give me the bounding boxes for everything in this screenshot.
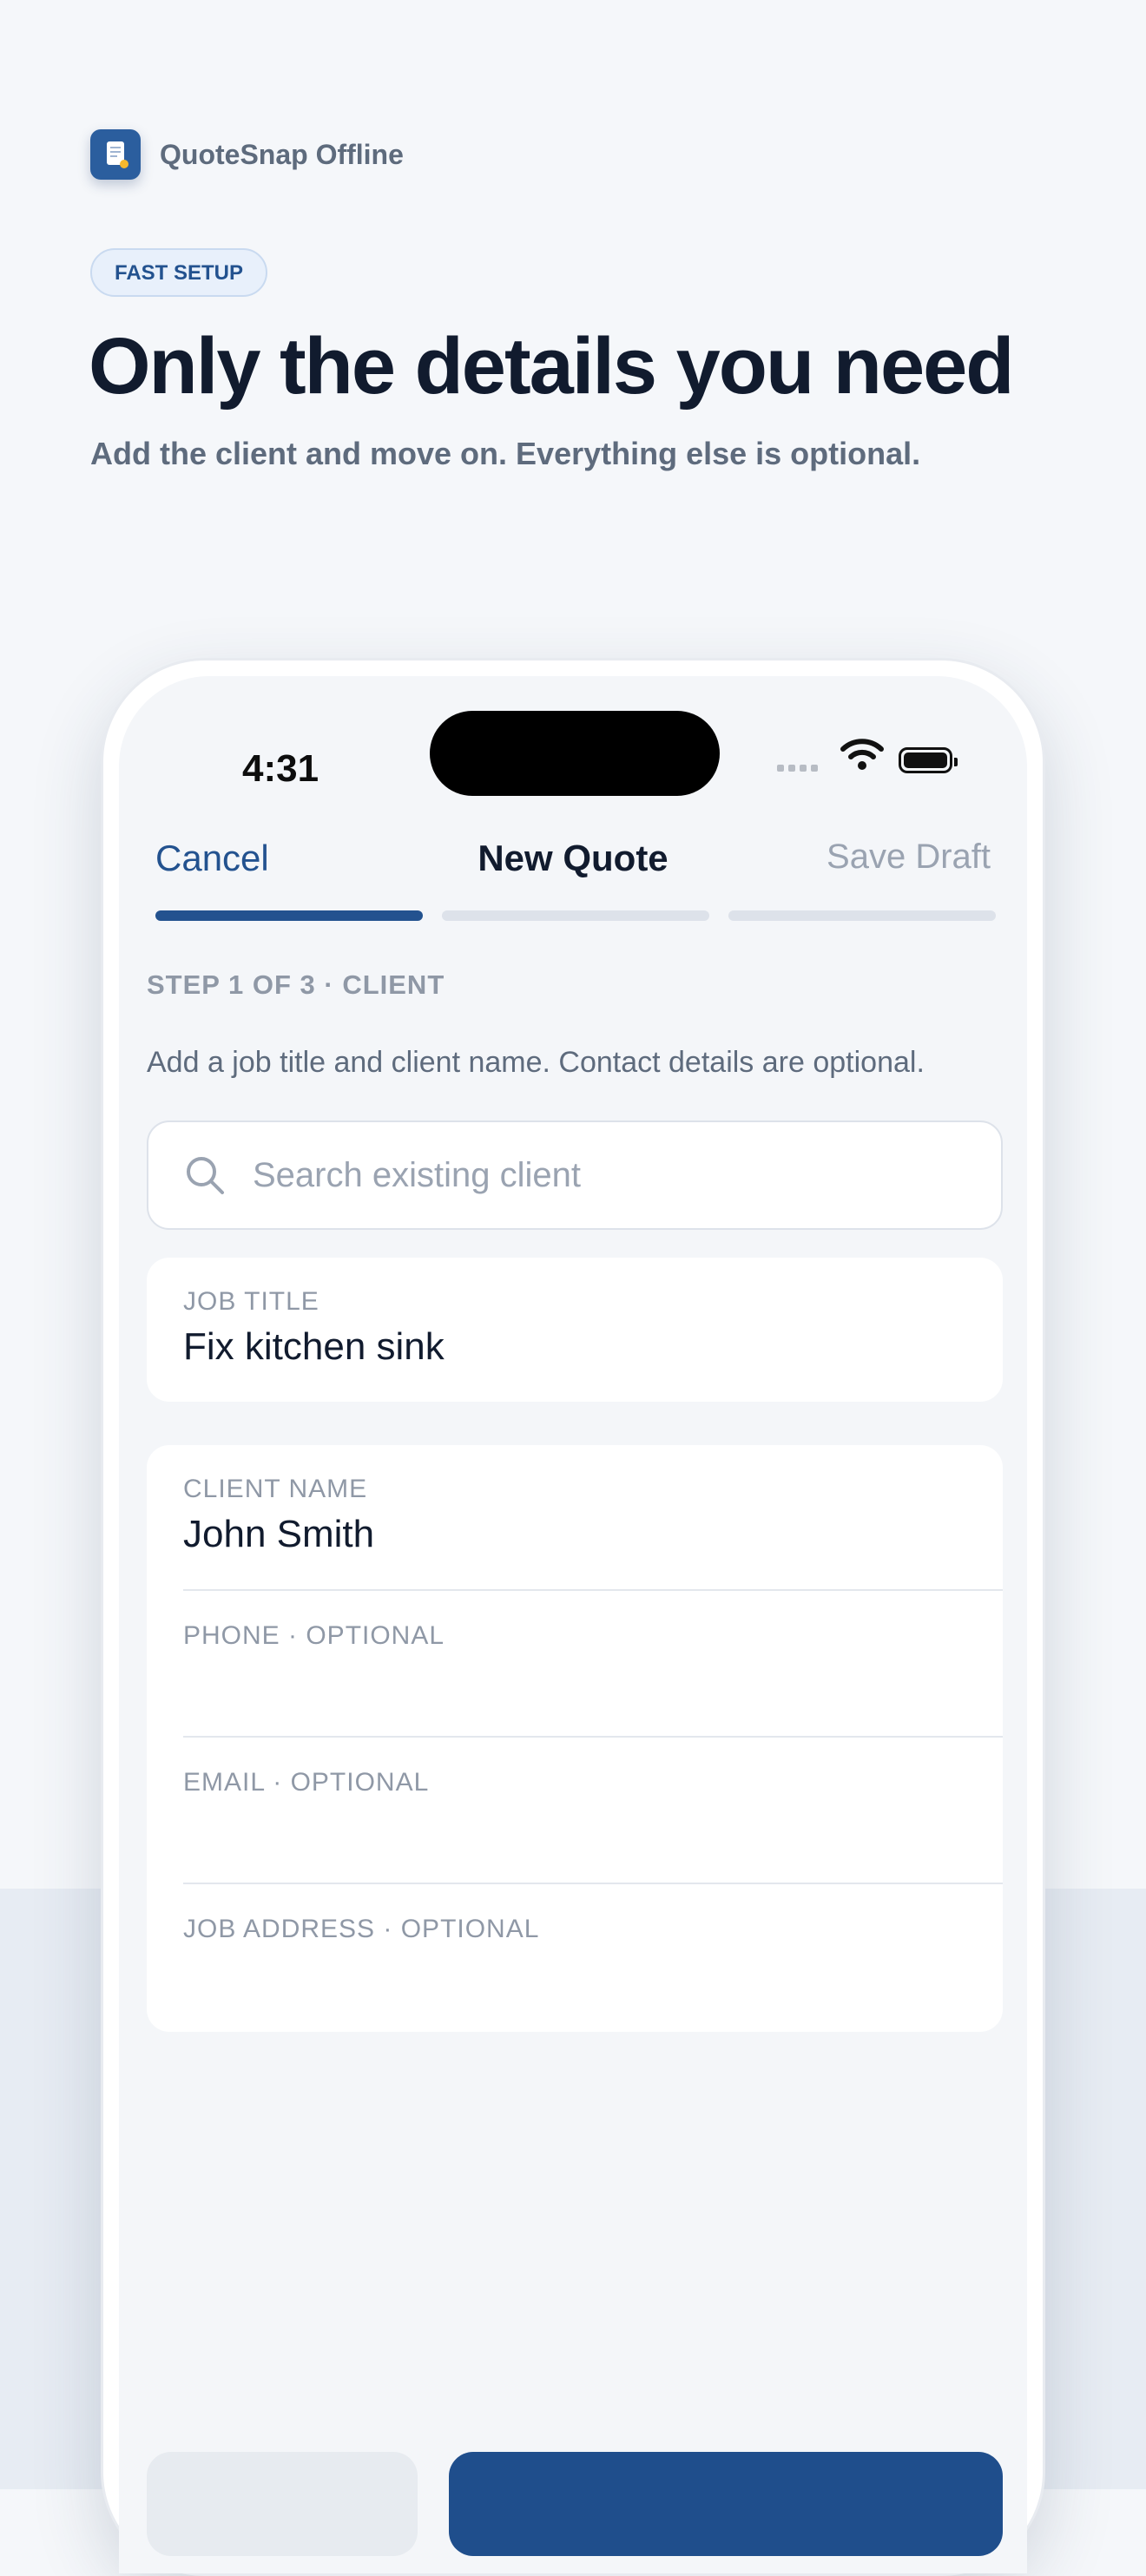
document-icon	[90, 129, 141, 180]
progress-step-3	[728, 910, 996, 921]
phone-frame: 4:31 Cancel New Quote Save Draft STEP 1 …	[101, 658, 1045, 2576]
job-title-field[interactable]: JOB TITLE Fix kitchen sink	[183, 1287, 1003, 1383]
search-placeholder: Search existing client	[253, 1155, 581, 1194]
feature-badge: FAST SETUP	[90, 248, 268, 297]
brand-name: QuoteSnap Offline	[160, 138, 404, 170]
job-address-field[interactable]: JOB ADDRESS · OPTIONAL	[183, 1915, 1003, 2010]
dynamic-island	[430, 711, 720, 796]
progress-step-1	[155, 910, 423, 921]
email-field[interactable]: EMAIL · OPTIONAL	[183, 1768, 1003, 1863]
step-label: STEP 1 OF 3 · CLIENT	[147, 969, 445, 1000]
client-name-field[interactable]: CLIENT NAME John Smith	[183, 1475, 1003, 1570]
job-title-card: JOB TITLE Fix kitchen sink	[147, 1258, 1003, 1402]
job-title-label: JOB TITLE	[183, 1287, 319, 1316]
client-name-value: John Smith	[183, 1513, 375, 1555]
battery-icon	[899, 747, 958, 773]
save-draft-button[interactable]: Save Draft	[827, 838, 991, 877]
email-label: EMAIL · OPTIONAL	[183, 1768, 430, 1797]
helper-text: Add a job title and client name. Contact…	[147, 1046, 925, 1079]
divider	[183, 1736, 1003, 1738]
subheadline: Add the client and move on. Everything e…	[90, 436, 921, 471]
job-title-value: Fix kitchen sink	[183, 1325, 445, 1368]
client-details-card: CLIENT NAME John Smith PHONE · OPTIONAL …	[147, 1445, 1003, 2032]
primary-button[interactable]	[449, 2452, 1003, 2556]
progress-step-2	[442, 910, 709, 921]
signal-icon	[777, 765, 818, 772]
wifi-icon	[840, 739, 884, 770]
phone-screen: 4:31 Cancel New Quote Save Draft STEP 1 …	[119, 676, 1027, 2573]
status-time: 4:31	[242, 747, 319, 790]
divider	[183, 1589, 1003, 1591]
client-search-input[interactable]: Search existing client	[147, 1120, 1003, 1230]
job-address-label: JOB ADDRESS · OPTIONAL	[183, 1915, 540, 1943]
phone-field[interactable]: PHONE · OPTIONAL	[183, 1621, 1003, 1717]
step-progress	[155, 910, 996, 921]
search-icon	[187, 1157, 224, 1194]
phone-label: PHONE · OPTIONAL	[183, 1621, 445, 1650]
brand: QuoteSnap Offline	[90, 128, 404, 181]
client-name-label: CLIENT NAME	[183, 1475, 368, 1503]
headline: Only the details you need	[89, 322, 1014, 411]
secondary-button[interactable]	[147, 2452, 418, 2556]
divider	[183, 1883, 1003, 1884]
